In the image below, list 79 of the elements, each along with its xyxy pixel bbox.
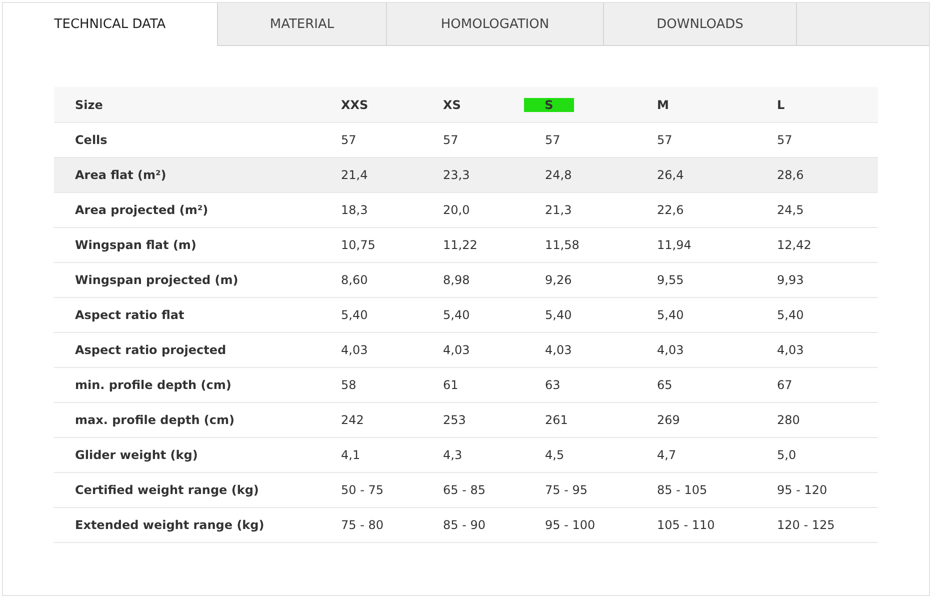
table-cell-text: 5,40 bbox=[443, 307, 471, 324]
row-label: Wingspan flat (m) bbox=[74, 237, 198, 254]
table-cell-text: 21,4 bbox=[341, 167, 369, 184]
table-cell-text: 18,3 bbox=[341, 202, 369, 219]
table-cell-text: 242 bbox=[341, 412, 365, 429]
table-cell-text: 10,75 bbox=[341, 237, 376, 254]
table-cell-text: 5,40 bbox=[657, 307, 685, 324]
table-cell-text: 85 - 105 bbox=[657, 482, 708, 499]
size-header: XS bbox=[443, 98, 461, 112]
table-cell-text: 57 bbox=[657, 132, 674, 149]
table-cell-text: 26,4 bbox=[657, 167, 685, 184]
table-cell-text: 5,0 bbox=[777, 447, 798, 464]
table-cell-text: 261 bbox=[545, 412, 569, 429]
table-cell-text: 280 bbox=[777, 412, 801, 429]
table-cell-text: 269 bbox=[657, 412, 681, 429]
table-cell-text: 50 - 75 bbox=[341, 482, 384, 499]
table-cell-text: 4,1 bbox=[341, 447, 362, 464]
table-cell-text: 8,60 bbox=[341, 272, 369, 289]
row-label: Glider weight (kg) bbox=[74, 447, 199, 464]
table-cell-text: 23,3 bbox=[443, 167, 471, 184]
table-cell-text: 5,40 bbox=[341, 307, 369, 324]
table-cell-text: 57 bbox=[443, 132, 460, 149]
table-cell-text: 8,98 bbox=[443, 272, 471, 289]
table-cell-text: 21,3 bbox=[545, 202, 573, 219]
row-label: Extended weight range (kg) bbox=[74, 517, 266, 534]
table-cell-text: 24,8 bbox=[545, 167, 573, 184]
table-cell-text: 105 - 110 bbox=[657, 517, 716, 534]
table-cell-text: 61 bbox=[443, 377, 460, 394]
row-label: Aspect ratio flat bbox=[74, 307, 186, 324]
table-cell-text: 28,6 bbox=[777, 167, 805, 184]
table-cell-text: 95 - 120 bbox=[777, 482, 828, 499]
table-cell-text: 4,03 bbox=[341, 342, 369, 359]
table-cell-text: 20,0 bbox=[443, 202, 471, 219]
table-cell-text: 4,03 bbox=[777, 342, 805, 359]
size-header: L bbox=[777, 98, 785, 112]
table-cell-text: 9,26 bbox=[545, 272, 573, 289]
table-cell-text: 4,03 bbox=[657, 342, 685, 359]
row-label: Cells bbox=[74, 132, 108, 149]
table-cell-text: 57 bbox=[777, 132, 794, 149]
table-cell-text: 253 bbox=[443, 412, 467, 429]
row-label: Area flat (m²) bbox=[74, 167, 168, 184]
table-cell-text: 4,03 bbox=[545, 342, 573, 359]
table-cell-text: 24,5 bbox=[777, 202, 805, 219]
table-cell-text: 85 - 90 bbox=[443, 517, 486, 534]
table-cell-text: 5,40 bbox=[545, 307, 573, 324]
size-header: XXS bbox=[341, 98, 368, 112]
table-cell-text: 9,93 bbox=[777, 272, 805, 289]
table-cell-text: 57 bbox=[341, 132, 358, 149]
tab[interactable]: TECHNICAL DATA bbox=[3, 3, 218, 46]
row-label: max. profile depth (cm) bbox=[74, 412, 236, 429]
row-label: min. profile depth (cm) bbox=[74, 377, 232, 394]
table-cell-text: 75 - 80 bbox=[341, 517, 384, 534]
row-label: Certified weight range (kg) bbox=[74, 482, 260, 499]
table-cell-text: 65 - 85 bbox=[443, 482, 486, 499]
table-cell-text: 63 bbox=[545, 377, 562, 394]
row-label: Aspect ratio projected bbox=[74, 342, 228, 359]
table-cell-text: 11,94 bbox=[657, 237, 692, 254]
header-cell-text: Size bbox=[74, 96, 104, 114]
table-cell-text: 9,55 bbox=[657, 272, 685, 289]
table-cell-text: 5,40 bbox=[777, 307, 805, 324]
table-cell-text: 4,7 bbox=[657, 447, 678, 464]
size-header: M bbox=[657, 98, 669, 112]
table-cell-text: 11,22 bbox=[443, 237, 478, 254]
row-label: Area projected (m²) bbox=[74, 202, 210, 219]
table-cell-text: 75 - 95 bbox=[545, 482, 588, 499]
table-cell-text: 11,58 bbox=[545, 237, 580, 254]
table-cell-text: 65 bbox=[657, 377, 674, 394]
size-header: S bbox=[524, 98, 574, 112]
table-cell-text: 58 bbox=[341, 377, 358, 394]
table-cell-text: 120 - 125 bbox=[777, 517, 836, 534]
table-cell-text: 95 - 100 bbox=[545, 517, 596, 534]
table-cell-text: 57 bbox=[545, 132, 562, 149]
table-cell-text: 22,6 bbox=[657, 202, 685, 219]
table-cell-text: 4,03 bbox=[443, 342, 471, 359]
row-label: Wingspan projected (m) bbox=[74, 272, 240, 289]
table-cell-text: 12,42 bbox=[777, 237, 812, 254]
table-cell-text: 4,5 bbox=[545, 447, 566, 464]
table-cell-text: 67 bbox=[777, 377, 794, 394]
table-cell-text: 4,3 bbox=[443, 447, 464, 464]
